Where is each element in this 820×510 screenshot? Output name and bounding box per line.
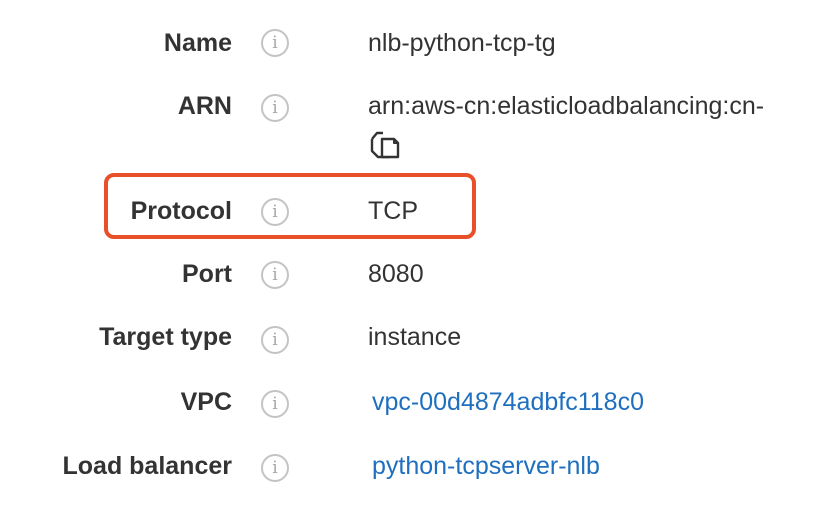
- name-label: Name: [163, 29, 232, 57]
- arn-value: arn:aws-cn:elasticloadbalancing:cn-: [368, 92, 765, 120]
- vpc-label: VPC: [180, 388, 232, 416]
- info-icon[interactable]: i: [261, 29, 289, 57]
- protocol-highlight-box: [104, 173, 476, 239]
- port-value: 8080: [368, 260, 424, 288]
- info-icon[interactable]: i: [261, 390, 289, 418]
- info-icon[interactable]: i: [261, 261, 289, 289]
- vpc-link[interactable]: vpc-00d4874adbfc118c0: [372, 387, 644, 417]
- info-icon[interactable]: i: [261, 94, 289, 122]
- load-balancer-label: Load balancer: [62, 452, 233, 480]
- arn-label: ARN: [177, 92, 232, 120]
- copy-icon[interactable]: [368, 129, 402, 159]
- target-group-details-panel: Name i nlb-python-tcp-tg ARN i arn:aws-c…: [0, 0, 820, 510]
- target-type-label: Target type: [99, 323, 232, 351]
- target-type-value: instance: [368, 323, 462, 351]
- name-value: nlb-python-tcp-tg: [368, 29, 556, 57]
- load-balancer-link[interactable]: python-tcpserver-nlb: [372, 451, 600, 481]
- info-icon[interactable]: i: [261, 454, 289, 482]
- info-icon[interactable]: i: [261, 326, 289, 354]
- port-label: Port: [182, 260, 232, 288]
